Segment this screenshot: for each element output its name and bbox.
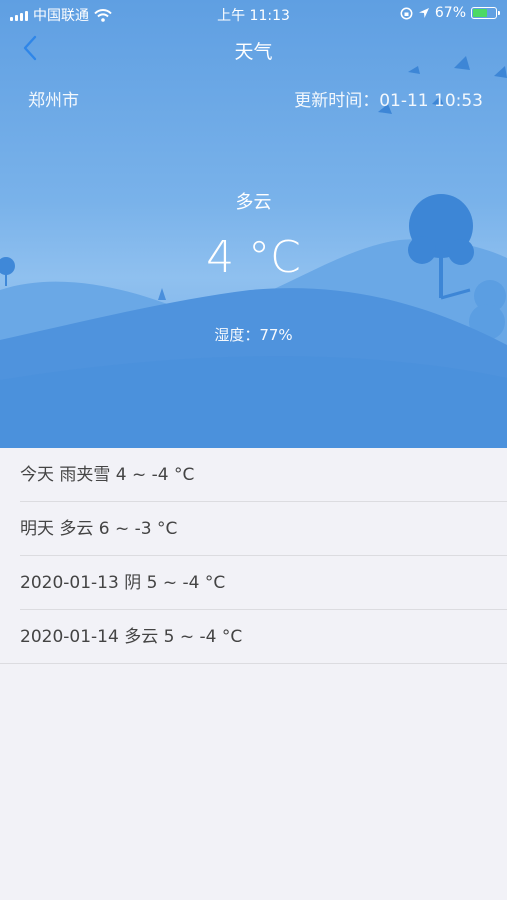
current-condition: 多云 xyxy=(235,192,272,213)
current-temperature: 4 °C xyxy=(206,232,301,283)
page-title: 天气 xyxy=(234,41,273,63)
current-humidity: 湿度：77% xyxy=(214,326,293,344)
forecast-row-tomorrow[interactable]: 明天 多云 6 ~ -3 °C xyxy=(0,502,507,556)
location-icon xyxy=(418,8,429,18)
weather-hero: 中国联通 上午 11:13 67% 天气 郑州市 更新时间：01-11 10:5… xyxy=(0,0,507,448)
battery-icon xyxy=(471,7,500,19)
update-time: 更新时间：01-11 10:53 xyxy=(294,91,483,111)
navigation-bar: 天气 xyxy=(0,28,507,72)
status-bar: 中国联通 上午 11:13 67% xyxy=(0,0,507,28)
forecast-row-today[interactable]: 今天 雨夹雪 4 ~ -4 °C xyxy=(0,448,507,502)
city-label: 郑州市 xyxy=(28,91,79,111)
battery-percent: 67% xyxy=(434,5,466,21)
forecast-row-day3[interactable]: 2020-01-13 阴 5 ~ -4 °C xyxy=(0,556,507,610)
forecast-list: 今天 雨夹雪 4 ~ -4 °C 明天 多云 6 ~ -3 °C 2020-01… xyxy=(0,448,507,664)
orientation-lock-icon xyxy=(400,7,413,19)
forecast-row-day4[interactable]: 2020-01-14 多云 5 ~ -4 °C xyxy=(0,610,507,664)
battery-fill xyxy=(473,9,488,17)
